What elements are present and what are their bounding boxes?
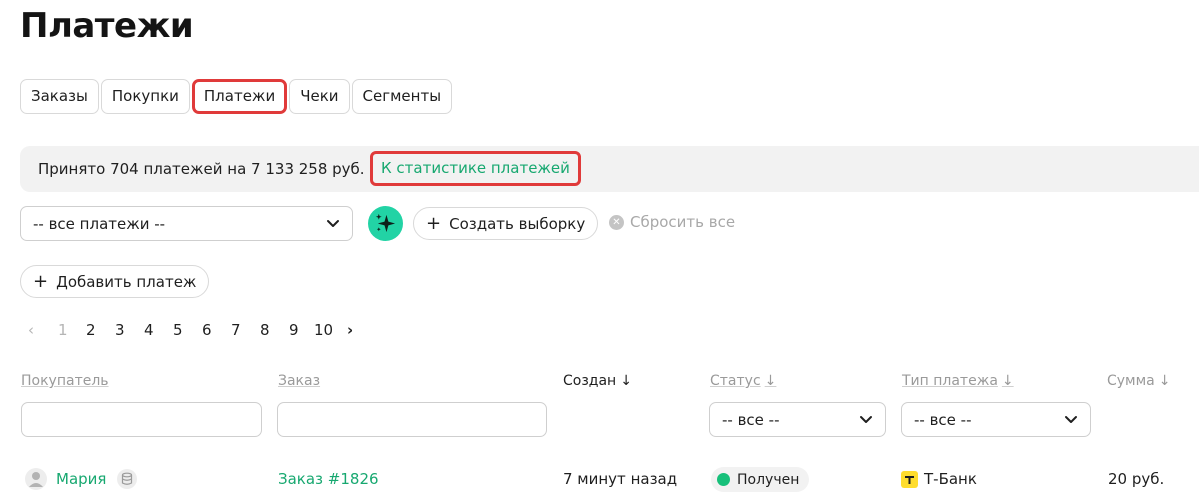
create-selection-button[interactable]: + Создать выборку <box>413 207 599 240</box>
tabs-bar: Заказы Покупки Платежи Чеки Сегменты <box>20 79 454 114</box>
next-page-button[interactable]: › <box>347 321 353 339</box>
page-9[interactable]: 9 <box>289 321 299 339</box>
create-selection-label: Создать выборку <box>449 214 586 233</box>
buyer-link[interactable]: Мария <box>56 470 106 488</box>
tab-receipts[interactable]: Чеки <box>289 79 350 114</box>
column-status[interactable]: Статус ↓ <box>710 373 776 389</box>
status-filter-value: -- все -- <box>722 411 780 429</box>
status-dot-icon <box>717 473 730 486</box>
column-status-label: Статус <box>710 373 761 389</box>
page-4[interactable]: 4 <box>144 321 154 339</box>
column-created[interactable]: Создан ↓ <box>563 373 632 389</box>
summary-bar: Принято 704 платежей на 7 133 258 руб. К… <box>20 146 1199 192</box>
prev-page-button[interactable]: ‹ <box>28 321 34 339</box>
sort-arrow-icon: ↓ <box>620 373 632 389</box>
payment-type-filter-select[interactable]: -- все -- <box>901 402 1091 437</box>
tbank-logo-icon <box>901 471 918 488</box>
chevron-down-icon <box>327 220 339 227</box>
amount-value: 20 руб. <box>1108 470 1165 488</box>
tab-purchases[interactable]: Покупки <box>100 79 190 114</box>
reset-all-label: Сбросить все <box>630 213 736 231</box>
user-icon <box>25 468 47 490</box>
page-3[interactable]: 3 <box>115 321 125 339</box>
reset-all-button[interactable]: ✕ Сбросить все <box>609 213 735 231</box>
payments-filter-select[interactable]: -- все платежи -- <box>20 206 353 241</box>
status-label: Получен <box>737 471 800 488</box>
sort-arrow-icon: ↓ <box>764 373 777 389</box>
column-buyer[interactable]: Покупатель <box>21 373 109 389</box>
sort-arrow-icon: ↓ <box>1001 373 1014 389</box>
tab-payments[interactable]: Платежи <box>191 79 288 114</box>
add-payment-button[interactable]: + Добавить платеж <box>20 265 210 298</box>
created-time: 7 минут назад <box>563 470 678 488</box>
page-2[interactable]: 2 <box>86 321 96 339</box>
order-link[interactable]: Заказ #1826 <box>278 470 379 488</box>
page-10[interactable]: 10 <box>314 321 333 339</box>
page-7[interactable]: 7 <box>231 321 241 339</box>
tab-orders[interactable]: Заказы <box>20 79 99 114</box>
page-6[interactable]: 6 <box>202 321 212 339</box>
table-row: Мария Заказ #1826 7 минут назад Получен … <box>0 460 1199 500</box>
column-amount[interactable]: Сумма ↓ <box>1107 373 1171 389</box>
payment-type-filter-value: -- все -- <box>914 411 972 429</box>
chevron-down-icon <box>1065 416 1077 423</box>
order-filter-input[interactable] <box>277 402 547 437</box>
payments-filter-value: -- все платежи -- <box>33 215 166 233</box>
column-payment-type-label: Тип платежа <box>902 373 998 389</box>
ai-assistant-button[interactable] <box>368 206 403 241</box>
page-title: Платежи <box>20 6 194 46</box>
plus-icon: + <box>33 270 49 292</box>
payment-type-value: Т-Банк <box>924 470 977 488</box>
payment-stats-link[interactable]: К статистике платежей <box>370 151 581 186</box>
page-8[interactable]: 8 <box>260 321 270 339</box>
summary-text: Принято 704 платежей на 7 133 258 руб. <box>38 160 365 178</box>
sort-arrow-icon: ↓ <box>1158 373 1171 389</box>
page-1[interactable]: 1 <box>58 321 68 339</box>
chevron-down-icon <box>860 416 872 423</box>
sparkle-icon <box>375 213 396 233</box>
database-icon[interactable] <box>117 469 137 489</box>
close-circle-icon: ✕ <box>609 214 624 230</box>
column-order[interactable]: Заказ <box>278 373 320 389</box>
status-filter-select[interactable]: -- все -- <box>709 402 886 437</box>
buyer-filter-input[interactable] <box>21 402 262 437</box>
page-5[interactable]: 5 <box>173 321 183 339</box>
add-payment-label: Добавить платеж <box>56 272 197 291</box>
column-amount-label: Сумма <box>1107 373 1155 389</box>
status-badge: Получен <box>711 467 810 492</box>
tab-segments[interactable]: Сегменты <box>351 79 453 114</box>
plus-icon: + <box>426 212 442 234</box>
column-payment-type[interactable]: Тип платежа ↓ <box>902 373 1014 389</box>
column-created-label: Создан <box>563 373 617 389</box>
